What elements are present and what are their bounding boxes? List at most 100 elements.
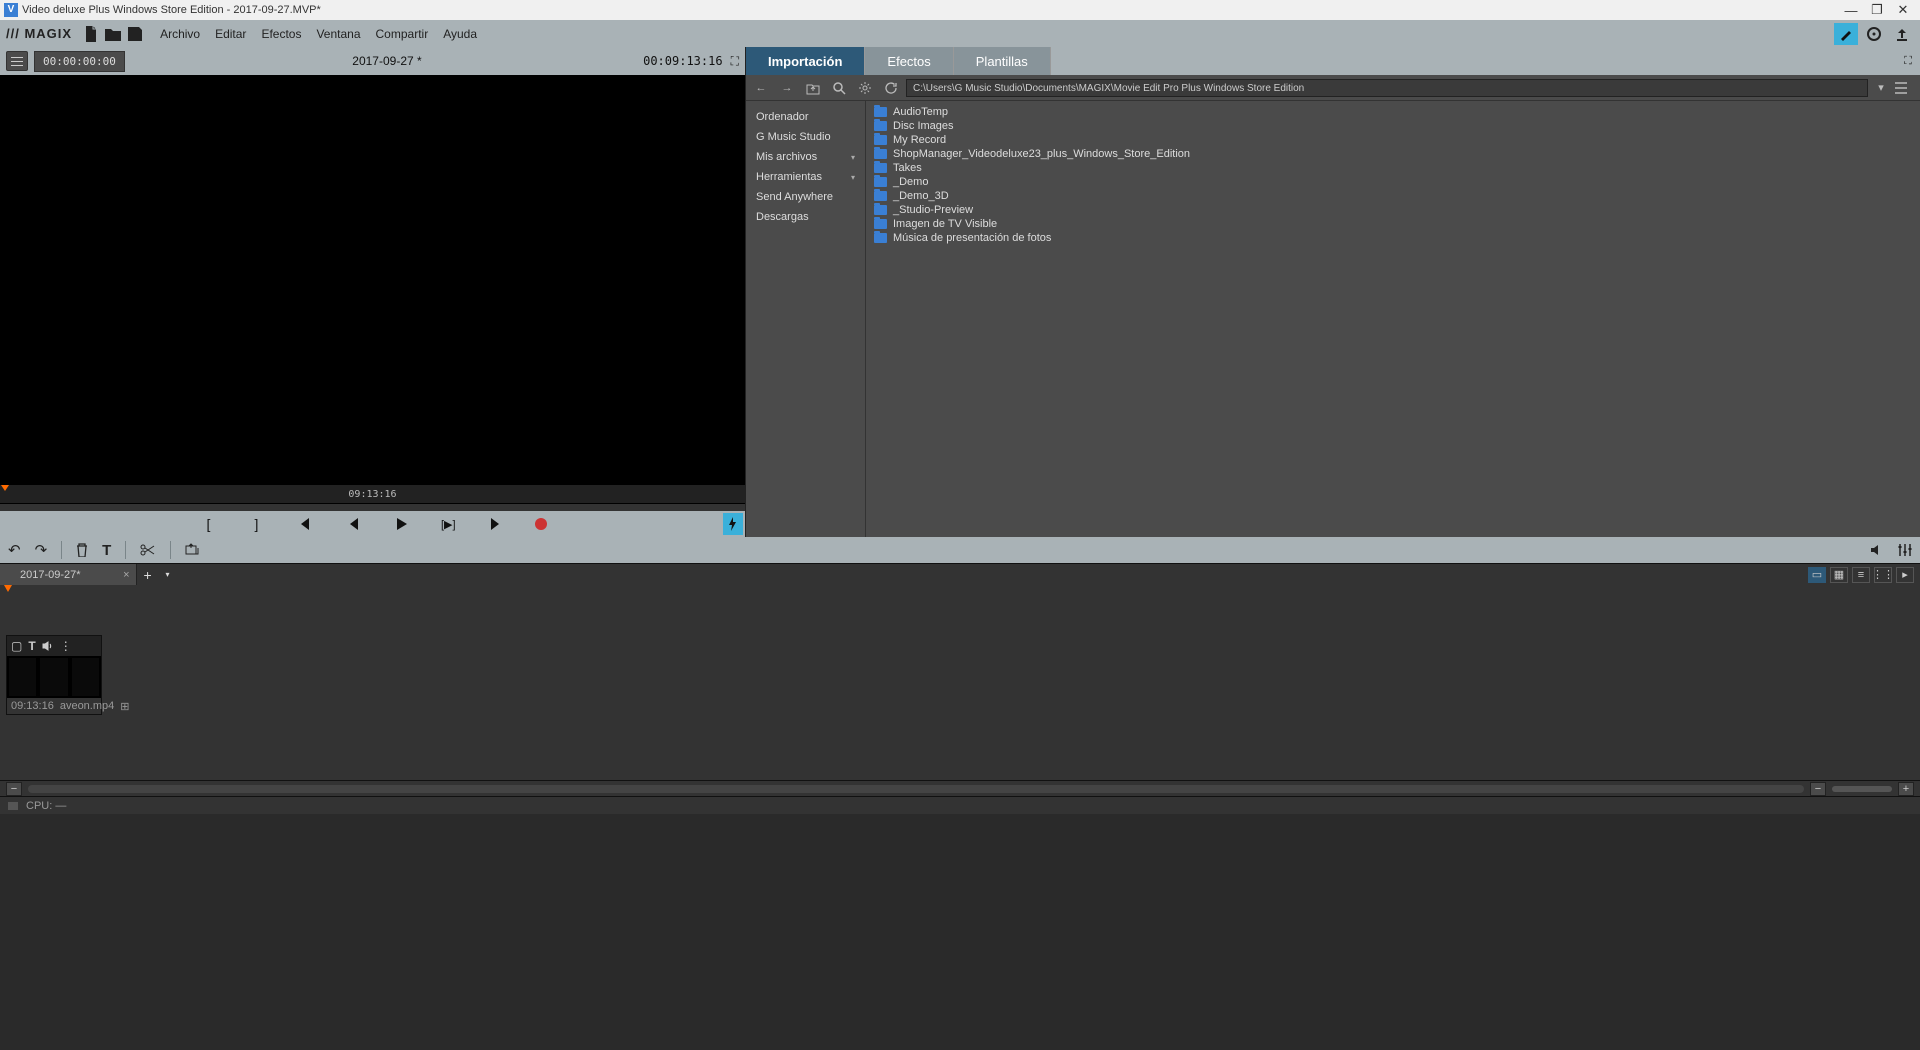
play-button[interactable] — [391, 514, 411, 534]
nav-back-button[interactable]: ← — [750, 78, 772, 98]
folder-item[interactable]: Disc Images — [866, 119, 1920, 133]
path-input[interactable]: C:\Users\G Music Studio\Documents\MAGIX\… — [906, 79, 1868, 97]
fx-toggle-button[interactable] — [723, 513, 743, 535]
next-frame-button[interactable]: [▶] — [439, 514, 459, 534]
view-mode-4[interactable]: ⋮⋮ — [1874, 567, 1892, 583]
preview-menu-button[interactable] — [6, 51, 28, 71]
view-mode-5[interactable]: ▸ — [1896, 567, 1914, 583]
folder-item[interactable]: Imagen de TV Visible — [866, 217, 1920, 231]
title-tool-button[interactable]: T — [102, 542, 111, 559]
search-button[interactable] — [828, 78, 850, 98]
mark-out-button[interactable]: ] — [247, 514, 267, 534]
cpu-label: CPU: — — [26, 800, 66, 812]
mixer-button[interactable] — [1898, 543, 1912, 557]
folder-item[interactable]: Música de presentación de fotos — [866, 231, 1920, 245]
clip-header: ▢ T ⋮ — [7, 636, 101, 656]
clip-footer: 09:13:16 aveon.mp4 ⊞ — [7, 698, 101, 714]
nav-forward-button[interactable]: → — [776, 78, 798, 98]
go-to-start-button[interactable] — [295, 514, 315, 534]
sequence-tab-close[interactable]: × — [123, 569, 129, 581]
settings-button[interactable] — [854, 78, 876, 98]
search-icon — [832, 81, 846, 95]
menu-bar: /// MAGIX Archivo Editar Efectos Ventana… — [0, 20, 1920, 47]
prev-frame-button[interactable] — [343, 514, 363, 534]
add-sequence-button[interactable]: + — [137, 564, 159, 585]
go-to-end-button[interactable] — [487, 514, 507, 534]
clip[interactable]: ▢ T ⋮ 09:13:16 aveon.mp4 ⊞ — [6, 635, 102, 715]
transport-bar: [ ] [▶] — [0, 511, 745, 537]
zoom-slider[interactable] — [1832, 786, 1892, 792]
sequence-dropdown[interactable]: ▾ — [159, 564, 177, 585]
zoom-out-button[interactable]: − — [1810, 782, 1826, 796]
menu-compartir[interactable]: Compartir — [376, 27, 429, 41]
menu-ventana[interactable]: Ventana — [316, 27, 360, 41]
view-mode-2[interactable]: ▦ — [1830, 567, 1848, 583]
undo-button[interactable]: ↶ — [8, 541, 21, 559]
timeline-scroll-track[interactable] — [28, 785, 1804, 793]
tab-efectos[interactable]: Efectos — [865, 47, 953, 75]
tab-plantillas[interactable]: Plantillas — [954, 47, 1051, 75]
folder-item[interactable]: _Demo — [866, 175, 1920, 189]
sidebar-descargas[interactable]: Descargas — [746, 207, 865, 227]
magic-wand-button[interactable] — [1834, 23, 1858, 45]
chevron-down-icon: ▾ — [851, 173, 855, 182]
close-button[interactable]: ✕ — [1890, 2, 1916, 18]
preview-header: 00:00:00:00 2017-09-27 * 00:09:13:16 ⛶ — [0, 47, 745, 75]
menu-efectos[interactable]: Efectos — [261, 27, 301, 41]
preview-mini-timeline[interactable]: 09:13:16 — [0, 485, 745, 503]
folder-item[interactable]: _Demo_3D — [866, 189, 1920, 203]
sequence-tab[interactable]: 2017-09-27* × — [0, 564, 137, 585]
clip-more-icon[interactable]: ⋮ — [60, 639, 72, 653]
folder-item[interactable]: AudioTemp — [866, 105, 1920, 119]
preview-monitor[interactable] — [0, 75, 745, 485]
sidebar-ordenador[interactable]: Ordenador — [746, 107, 865, 127]
view-mode-1[interactable]: ▭ — [1808, 567, 1826, 583]
sidebar-herramientas[interactable]: Herramientas▾ — [746, 167, 865, 187]
folder-item[interactable]: ShopManager_Videodeluxe23_plus_Windows_S… — [866, 147, 1920, 161]
menu-archivo[interactable]: Archivo — [160, 27, 200, 41]
view-mode-button[interactable] — [1894, 81, 1916, 95]
view-mode-3[interactable]: ≡ — [1852, 567, 1870, 583]
mark-in-button[interactable]: [ — [199, 514, 219, 534]
cut-tool-button[interactable] — [140, 543, 156, 557]
folder-item[interactable]: Takes — [866, 161, 1920, 175]
clip-title-icon[interactable]: T — [28, 639, 35, 653]
separator — [170, 541, 171, 559]
zoom-in-button[interactable]: + — [1898, 782, 1914, 796]
media-panel-expand-button[interactable]: ⛶ — [1896, 47, 1920, 75]
group-button[interactable] — [185, 543, 201, 557]
clip-audio-icon[interactable] — [42, 640, 54, 652]
open-folder-button[interactable] — [102, 23, 124, 45]
sidebar-send-anywhere[interactable]: Send Anywhere — [746, 187, 865, 207]
menu-editar[interactable]: Editar — [215, 27, 246, 41]
new-file-button[interactable] — [80, 23, 102, 45]
next-icon: [▶] — [441, 517, 457, 531]
refresh-button[interactable] — [880, 78, 902, 98]
export-button[interactable] — [1890, 23, 1914, 45]
timecode-display[interactable]: 00:00:00:00 — [34, 51, 125, 72]
sidebar-g-music-studio[interactable]: G Music Studio — [746, 127, 865, 147]
redo-button[interactable]: ↷ — [35, 541, 48, 559]
mute-button[interactable] — [1870, 543, 1884, 557]
timeline[interactable]: ▢ T ⋮ 09:13:16 aveon.mp4 ⊞ — [0, 585, 1920, 780]
mini-duration: 09:13:16 — [348, 489, 396, 500]
save-button[interactable] — [124, 23, 146, 45]
disc-button[interactable] — [1862, 23, 1886, 45]
folder-icon — [874, 107, 887, 117]
tab-importacion[interactable]: Importación — [746, 47, 865, 75]
folder-item[interactable]: My Record — [866, 133, 1920, 147]
folder-item[interactable]: _Studio-Preview — [866, 203, 1920, 217]
record-button[interactable] — [535, 518, 547, 530]
menu-ayuda[interactable]: Ayuda — [443, 27, 477, 41]
minimize-button[interactable]: — — [1838, 3, 1864, 18]
brand-logo: /// MAGIX — [6, 26, 72, 41]
zoom-out-vertical[interactable]: − — [6, 782, 22, 796]
clip-select-icon[interactable]: ▢ — [11, 639, 22, 653]
preview-expand-button[interactable]: ⛶ — [731, 54, 739, 69]
nav-up-button[interactable] — [802, 78, 824, 98]
preview-scrub-bar[interactable] — [0, 503, 745, 511]
sidebar-mis-archivos[interactable]: Mis archivos▾ — [746, 147, 865, 167]
maximize-button[interactable]: ❐ — [1864, 2, 1890, 18]
delete-button[interactable] — [76, 543, 88, 557]
path-dropdown[interactable]: ▾ — [1872, 81, 1890, 94]
